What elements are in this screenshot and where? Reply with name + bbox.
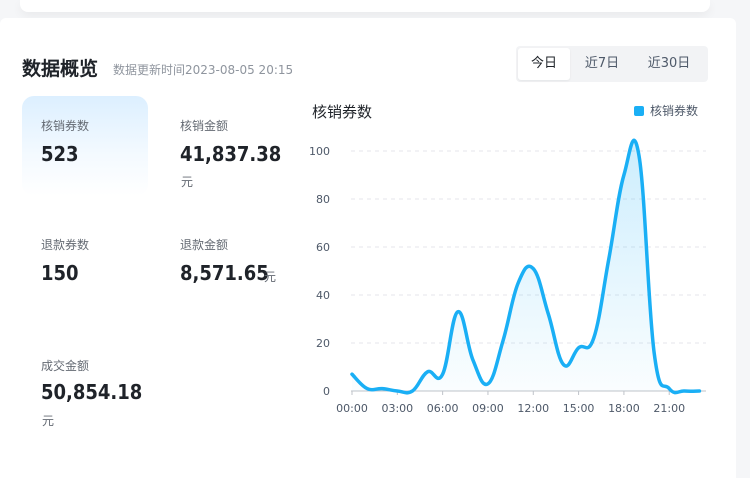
chart-title: 核销券数 bbox=[312, 103, 373, 121]
top-panel-edge bbox=[20, 0, 710, 12]
refund-count-label: 退款券数 bbox=[41, 238, 90, 252]
redeemed-amount-label: 核销金额 bbox=[180, 119, 229, 133]
x-tick-label: 06:00 bbox=[427, 402, 459, 415]
x-tick-label: 12:00 bbox=[517, 402, 549, 415]
redeemed-count-label: 核销券数 bbox=[41, 119, 90, 133]
y-tick-label: 20 bbox=[316, 337, 330, 350]
redeemed-amount-value: 41,837.38 bbox=[180, 142, 282, 166]
tab-7days[interactable]: 近7日 bbox=[570, 48, 634, 80]
refund-count-value: 150 bbox=[41, 261, 79, 285]
refund-amount-value: 8,571.65 bbox=[180, 261, 269, 285]
tab-30days[interactable]: 近30日 bbox=[634, 48, 704, 80]
x-tick-label: 03:00 bbox=[381, 402, 413, 415]
redeemed-count-chart[interactable]: 0 20 40 60 80 100 00:00 03:00 06:00 09:00 12:00 15:… bbox=[300, 130, 720, 426]
time-range-tabs: 今日 近7日 近30日 bbox=[516, 46, 708, 82]
chart-legend[interactable]: 核销券数 bbox=[634, 102, 698, 119]
x-tick-label: 09:00 bbox=[472, 402, 504, 415]
redeemed-count-value: 523 bbox=[41, 142, 79, 166]
redeemed-amount-unit: 元 bbox=[181, 175, 194, 189]
refund-amount-label: 退款金额 bbox=[180, 238, 229, 252]
y-tick-label: 100 bbox=[309, 145, 330, 158]
page-title: 数据概览 bbox=[22, 58, 99, 80]
legend-label: 核销券数 bbox=[650, 104, 699, 118]
deal-amount-label: 成交金额 bbox=[41, 359, 90, 373]
y-tick-label: 80 bbox=[316, 193, 330, 206]
y-tick-label: 0 bbox=[323, 385, 330, 398]
legend-swatch bbox=[634, 105, 644, 116]
update-time: 数据更新时间2023-08-05 20:15 bbox=[113, 63, 294, 77]
y-tick-label: 40 bbox=[316, 289, 330, 302]
refund-amount-unit: 元 bbox=[264, 270, 277, 284]
tab-today[interactable]: 今日 bbox=[518, 48, 570, 80]
x-tick-label: 18:00 bbox=[608, 402, 640, 415]
deal-amount-unit: 元 bbox=[42, 414, 55, 428]
x-tick-label: 15:00 bbox=[563, 402, 595, 415]
y-tick-label: 60 bbox=[316, 241, 330, 254]
deal-amount-value: 50,854.18 bbox=[41, 380, 143, 404]
x-tick-label: 21:00 bbox=[653, 402, 685, 415]
x-tick-label: 00:00 bbox=[336, 402, 368, 415]
